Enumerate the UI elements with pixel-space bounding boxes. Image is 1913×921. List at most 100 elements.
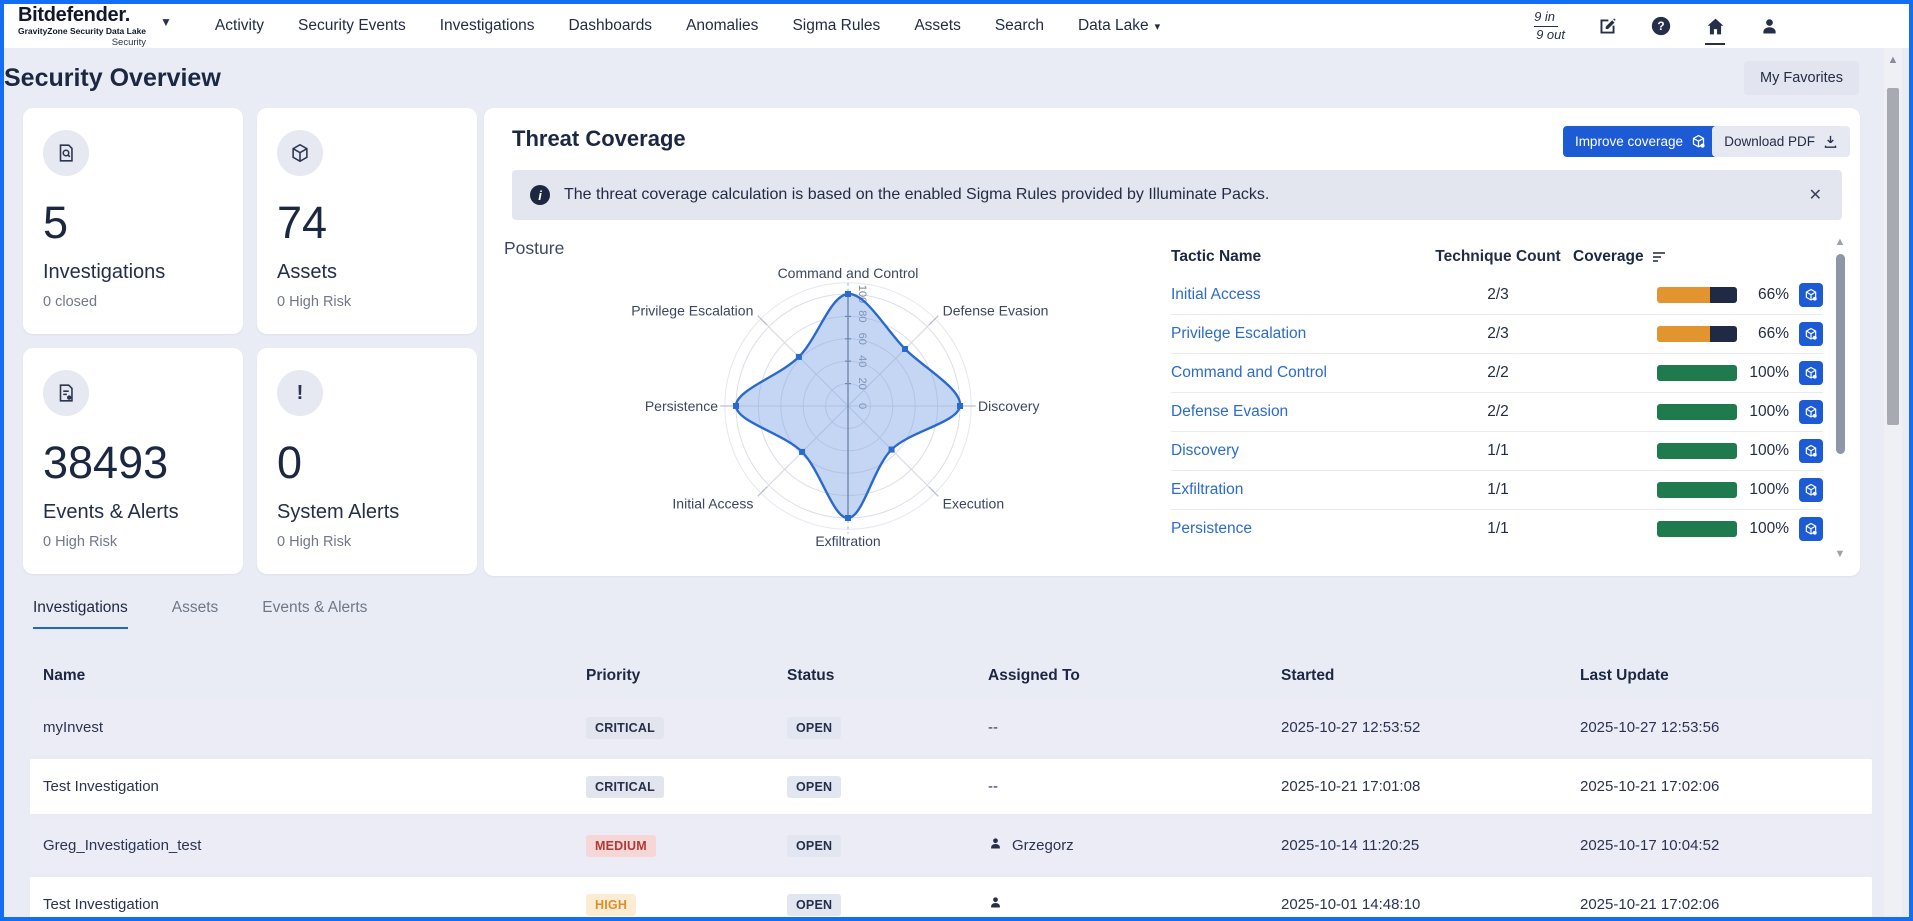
nav-item-label: Investigations [440, 17, 535, 35]
nav-item-assets[interactable]: Assets [897, 17, 978, 35]
nav-item-label: Assets [914, 17, 961, 35]
posture-radar-chart: 020406080100Command and ControlDefense E… [584, 242, 1114, 566]
coverage-bar [1657, 365, 1737, 381]
col-last-update: Last Update [1580, 667, 1872, 685]
coverage-percent: 100% [1747, 481, 1789, 499]
investigation-row[interactable]: Test InvestigationCRITICALOPEN--2025-10-… [30, 759, 1872, 814]
improve-tactic-coverage-button[interactable] [1799, 478, 1823, 502]
tab-assets[interactable]: Assets [172, 599, 219, 629]
technique-count: 2/2 [1423, 364, 1573, 382]
top-nav-right: 9 in 9 out ? [1534, 9, 1781, 44]
nav-item-sigma-rules[interactable]: Sigma Rules [775, 17, 897, 35]
nav-item-dashboards[interactable]: Dashboards [551, 17, 669, 35]
home-icon[interactable] [1703, 14, 1727, 38]
radar-axis-label: Privilege Escalation [631, 302, 753, 318]
session-in: 9 in [1534, 9, 1558, 27]
scroll-up-icon[interactable]: ▲ [1884, 54, 1902, 66]
bottom-tabs: Investigations Assets Events & Alerts [33, 599, 367, 629]
nav-item-data-lake[interactable]: Data Lake▾ [1061, 17, 1177, 35]
session-in-out[interactable]: 9 in 9 out [1534, 9, 1565, 44]
edit-icon[interactable] [1595, 14, 1619, 38]
posture-label: Posture [504, 238, 564, 259]
nav-item-investigations[interactable]: Investigations [423, 17, 552, 35]
chevron-down-icon[interactable]: ▼ [160, 15, 172, 29]
scrollbar-thumb[interactable] [1836, 254, 1845, 454]
improve-tactic-coverage-button[interactable] [1799, 283, 1823, 307]
scrollbar-thumb[interactable] [1887, 88, 1899, 425]
radar-axis-label: Initial Access [672, 496, 753, 512]
download-pdf-button[interactable]: Download PDF [1712, 126, 1850, 157]
download-icon [1823, 134, 1838, 149]
info-icon: i [530, 185, 550, 205]
nav-item-label: Anomalies [686, 17, 758, 35]
tactic-link[interactable]: Defense Evasion [1171, 403, 1288, 420]
browser-window: Bitdefender. GravityZone Security Data L… [0, 0, 1913, 921]
tactic-table-scrollbar[interactable]: ▲ ▼ [1833, 236, 1847, 560]
info-banner: i The threat coverage calculation is bas… [512, 170, 1842, 220]
tactic-link[interactable]: Discovery [1171, 442, 1239, 459]
improve-tactic-coverage-button[interactable] [1799, 439, 1823, 463]
scroll-down-icon[interactable]: ▼ [1833, 548, 1847, 560]
stat-sublabel: 0 High Risk [277, 294, 457, 310]
nav-item-security-events[interactable]: Security Events [281, 17, 423, 35]
improve-tactic-coverage-button[interactable] [1799, 400, 1823, 424]
improve-tactic-coverage-button[interactable] [1799, 361, 1823, 385]
assigned-to-cell: -- [988, 719, 1281, 736]
tab-events-alerts[interactable]: Events & Alerts [262, 599, 367, 629]
priority-badge: MEDIUM [586, 835, 656, 857]
coverage-percent: 100% [1747, 364, 1789, 382]
stat-label: Investigations [43, 261, 223, 284]
improve-coverage-button[interactable]: Improve coverage [1563, 126, 1718, 157]
tab-investigations[interactable]: Investigations [33, 599, 128, 629]
coverage-percent: 100% [1747, 520, 1789, 538]
top-nav: Bitdefender. GravityZone Security Data L… [4, 4, 1909, 48]
user-icon[interactable] [1757, 14, 1781, 38]
radar-axis-label: Discovery [978, 398, 1039, 414]
help-icon[interactable]: ? [1649, 14, 1673, 38]
brand-logo[interactable]: Bitdefender. GravityZone Security Data L… [18, 5, 172, 47]
stat-card-assets[interactable]: 74Assets0 High Risk [257, 108, 477, 334]
assigned-to-cell [988, 895, 1281, 914]
radar-axis-label: Persistence [645, 398, 718, 414]
investigation-row[interactable]: Test InvestigationHIGHOPEN2025-10-01 14:… [30, 877, 1872, 921]
status-badge: OPEN [787, 776, 841, 798]
tactic-link[interactable]: Initial Access [1171, 286, 1261, 303]
close-icon[interactable]: ✕ [1809, 185, 1822, 205]
col-started: Started [1281, 667, 1580, 685]
radar-axis-label: Command and Control [778, 265, 919, 281]
improve-coverage-label: Improve coverage [1575, 134, 1683, 149]
stat-value: 74 [277, 200, 457, 245]
stat-sublabel: 0 High Risk [43, 534, 223, 550]
tactic-link[interactable]: Persistence [1171, 520, 1252, 537]
tactic-link[interactable]: Exfiltration [1171, 481, 1243, 498]
session-out: 9 out [1534, 27, 1565, 43]
stat-card-system-alerts[interactable]: !0System Alerts0 High Risk [257, 348, 477, 574]
stat-card-events-alerts[interactable]: 38493Events & Alerts0 High Risk [23, 348, 243, 574]
improve-tactic-coverage-button[interactable] [1799, 517, 1823, 541]
scroll-up-icon[interactable]: ▲ [1833, 236, 1847, 248]
started-date: 2025-10-14 11:20:25 [1281, 837, 1580, 854]
browser-scrollbar[interactable]: ▲ [1884, 48, 1902, 917]
nav-item-activity[interactable]: Activity [198, 17, 281, 35]
tactic-row: Command and Control 2/2 100% [1171, 353, 1823, 392]
improve-tactic-coverage-button[interactable] [1799, 322, 1823, 346]
coverage-bar [1657, 326, 1737, 342]
my-favorites-button[interactable]: My Favorites [1744, 61, 1859, 95]
brand-product: Security [112, 38, 146, 48]
radar-axis-label: Execution [943, 496, 1004, 512]
status-badge: OPEN [787, 894, 841, 916]
stat-card-investigations[interactable]: 5Investigations0 closed [23, 108, 243, 334]
priority-badge: CRITICAL [586, 776, 664, 798]
cube-icon [1691, 134, 1706, 149]
started-date: 2025-10-21 17:01:08 [1281, 778, 1580, 795]
stat-value: 38493 [43, 440, 223, 485]
investigation-row[interactable]: Greg_Investigation_testMEDIUMOPENGrzegor… [30, 818, 1872, 873]
nav-item-anomalies[interactable]: Anomalies [669, 17, 775, 35]
nav-item-search[interactable]: Search [978, 17, 1061, 35]
col-coverage[interactable]: Coverage [1573, 248, 1823, 266]
last-update-date: 2025-10-21 17:02:06 [1580, 896, 1872, 913]
investigation-row[interactable]: myInvestCRITICALOPEN--2025-10-27 12:53:5… [30, 700, 1872, 755]
tactic-link[interactable]: Privilege Escalation [1171, 325, 1306, 342]
info-banner-text: The threat coverage calculation is based… [564, 186, 1269, 204]
tactic-link[interactable]: Command and Control [1171, 364, 1327, 381]
